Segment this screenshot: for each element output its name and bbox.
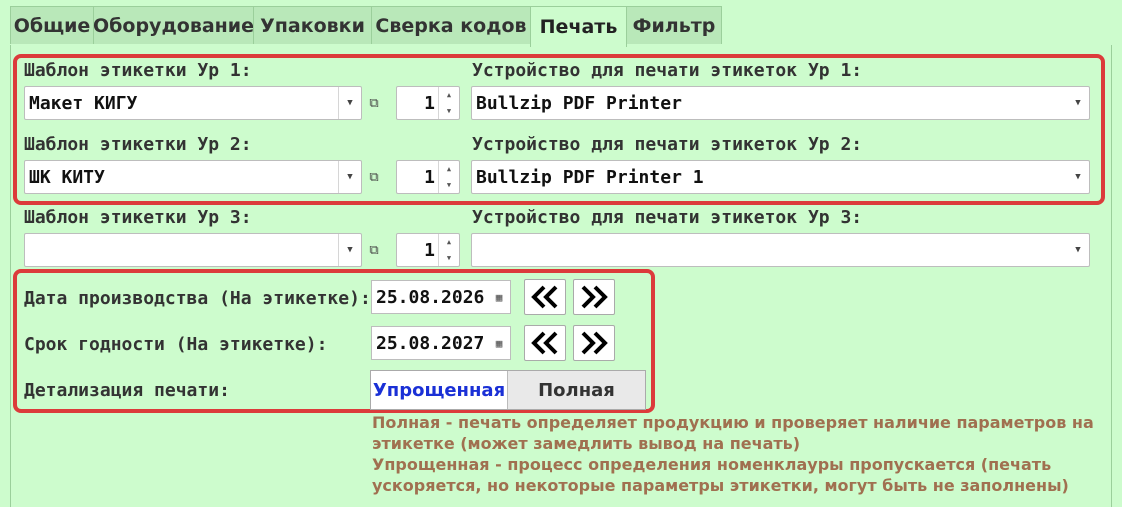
open-template-icon[interactable]: ⧉	[363, 234, 385, 266]
double-chevron-right-icon	[581, 285, 608, 309]
spin-down-icon[interactable]: ▼	[439, 250, 459, 266]
chevron-down-icon[interactable]: ▼	[1067, 234, 1089, 266]
device-3-select[interactable]: ▼	[471, 233, 1090, 267]
expiry-date-input[interactable]: 25.08.2027 ▦	[371, 326, 511, 360]
expiry-date-forward-button[interactable]	[573, 325, 615, 361]
spin-up-icon[interactable]: ▲	[439, 234, 459, 250]
detail-option-full[interactable]: Полная	[508, 371, 645, 409]
note-line-4: ускоряется, но некоторые параметры этике…	[372, 476, 1069, 495]
double-chevron-right-icon	[581, 331, 608, 355]
detail-option-simplified[interactable]: Упрощенная	[371, 371, 508, 409]
production-date-input[interactable]: 25.08.2026 ▦	[371, 280, 511, 314]
device-3-label: Устройство для печати этикеток Ур 3:	[472, 207, 863, 228]
highlight-box-levels	[13, 54, 1105, 205]
expiry-date-back-button[interactable]	[524, 325, 566, 361]
tab-packages[interactable]: Упаковки	[253, 6, 372, 44]
note-line-1: Полная - печать определяет продукцию и п…	[372, 413, 1094, 432]
expiry-date-label: Срок годности (На этикетке):	[24, 334, 328, 355]
copies-3-value: 1	[424, 240, 435, 261]
tab-bar: Общие Оборудование Упаковки Сверка кодов…	[10, 6, 722, 47]
tab-general[interactable]: Общие	[10, 6, 94, 44]
production-date-back-button[interactable]	[524, 279, 566, 315]
calendar-icon[interactable]: ▦	[488, 327, 510, 359]
print-detail-label: Детализация печати:	[24, 380, 230, 401]
note-line-3: Упрощенная - процесс определения номенкл…	[372, 455, 1052, 474]
expiry-date-value: 25.08.2027	[376, 333, 485, 354]
double-chevron-left-icon	[531, 331, 558, 355]
production-date-label: Дата производства (На этикетке):	[24, 288, 371, 309]
double-chevron-left-icon	[531, 285, 558, 309]
production-date-value: 25.08.2026	[376, 287, 485, 308]
tab-equipment[interactable]: Оборудование	[93, 6, 254, 44]
tab-code-check[interactable]: Сверка кодов	[371, 6, 531, 44]
chevron-down-icon[interactable]: ▼	[338, 234, 361, 266]
production-date-forward-button[interactable]	[573, 279, 615, 315]
template-3-label: Шаблон этикетки Ур 3:	[24, 207, 252, 228]
note-line-2: этикетке (может замедлить вывод на печат…	[372, 434, 801, 453]
tab-print[interactable]: Печать	[530, 6, 627, 47]
calendar-icon[interactable]: ▦	[488, 281, 510, 313]
tab-filter[interactable]: Фильтр	[626, 6, 722, 44]
print-detail-toggle: Упрощенная Полная	[370, 370, 646, 410]
template-3-select[interactable]: ▼ ⧉	[24, 233, 379, 267]
copies-3-stepper[interactable]: 1 ▲ ▼	[396, 233, 460, 267]
